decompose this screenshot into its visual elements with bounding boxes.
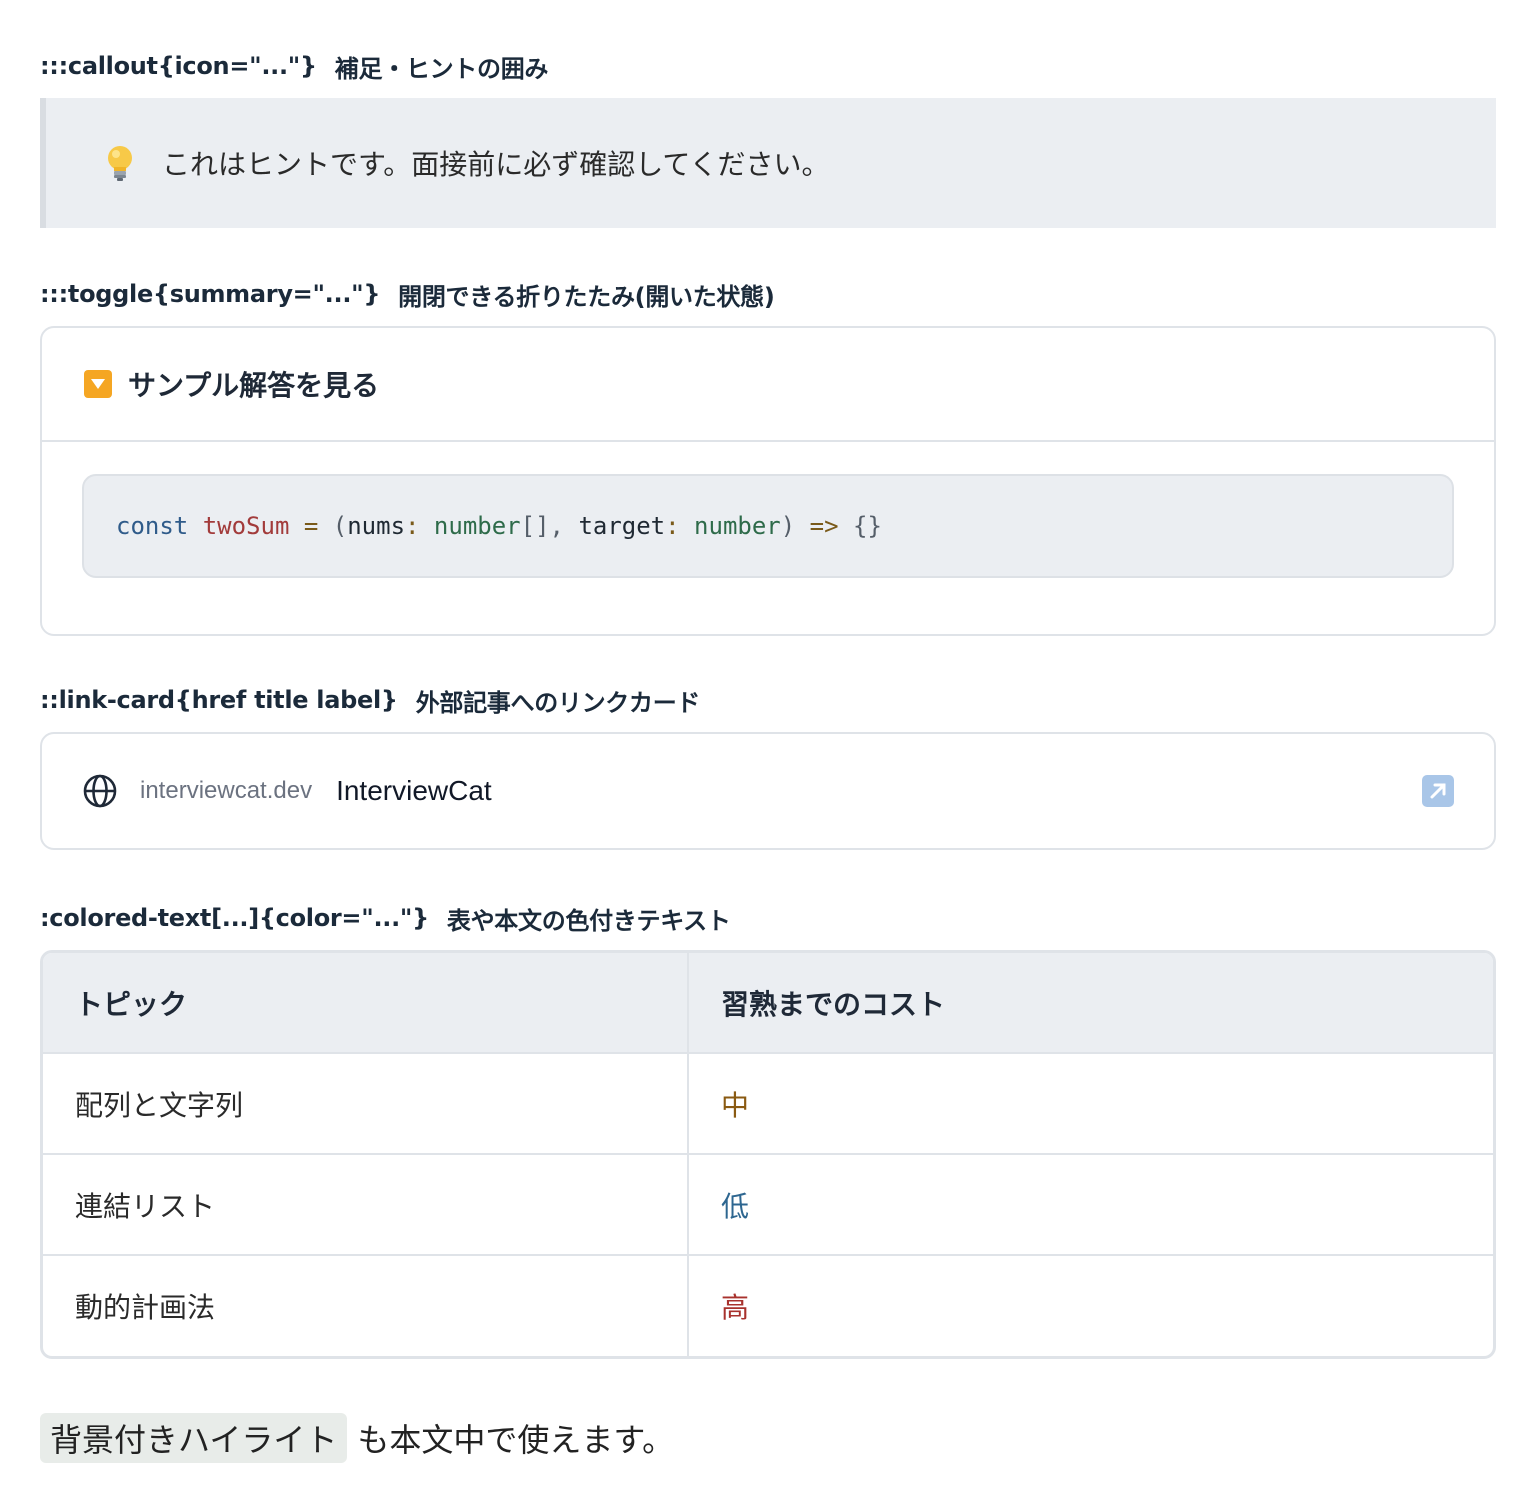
toggle-body: const twoSum = (nums: number [], target: … [42,442,1494,578]
table-header-row: トピック 習熟までのコスト [43,953,1493,1053]
toggle-syntax: :::toggle{summary="..."} [40,280,381,308]
cost-cell: 高 [687,1254,1493,1356]
callout-description: 補足・ヒントの囲み [334,54,549,83]
page-content: :::callout{icon="..."} 補足・ヒントの囲み これはヒントで… [40,0,1496,1463]
code-token: : [665,512,680,540]
table-row: 連結リスト 低 [43,1153,1493,1255]
toggle-summary[interactable]: サンプル解答を見る [42,328,1494,442]
topic-cell: 配列と文字列 [43,1052,688,1154]
link-card-description: 外部記事へのリンクカード [415,688,701,717]
colored-text-syntax: :colored-text[...]{color="..."} [40,904,429,932]
globe-icon [82,773,118,809]
code-token: ) [780,512,796,540]
toggle-heading: :::toggle{summary="..."} 開閉できる折りたたみ(開いた状… [40,276,1496,312]
toggle-description: 開閉できる折りたたみ(開いた状態) [398,282,775,311]
code-token: number [433,512,521,540]
code-token: {} [853,512,882,540]
code-token: target [578,512,666,540]
code-token: number [694,512,781,540]
link-card-heading: ::link-card{href title label} 外部記事へのリンクカ… [40,682,1496,718]
topic-cell: 動的計画法 [43,1254,688,1356]
toggle-box: サンプル解答を見る const twoSum = (nums: number[]… [40,326,1496,636]
background-highlight: 背景付きハイライト [40,1413,348,1463]
colored-text-heading: :colored-text[...]{color="..."} 表や本文の色付き… [40,900,1496,936]
code-token: twoSum [202,512,290,540]
cost-table: トピック 習熟までのコスト 配列と文字列 中 連結リスト 低 動的計画法 高 [40,950,1496,1359]
table-row: 配列と文字列 中 [43,1052,1493,1154]
callout-heading: :::callout{icon="..."} 補足・ヒントの囲み [40,48,1496,84]
code-token: => [809,512,839,540]
triangle-down-icon [84,370,112,398]
header-cost: 習熟までのコスト [687,953,1493,1053]
callout-text: これはヒントです。面接前に必ず確認してください。 [162,148,830,181]
link-card[interactable]: interviewcat.dev InterviewCat [40,732,1496,850]
callout-box: これはヒントです。面接前に必ず確認してください。 [40,98,1496,228]
code-token: nums [347,512,406,540]
topic-cell: 連結リスト [43,1153,688,1255]
code-token: const [116,512,189,540]
code-token: ( [332,512,348,540]
lightbulb-icon [100,143,140,183]
cost-cell: 低 [687,1153,1493,1255]
code-token: = [303,512,319,540]
code-token: [], [520,512,564,540]
callout-syntax: :::callout{icon="..."} [40,52,317,80]
closing-paragraph: 背景付きハイライト も本文中で使えます。 [40,1413,1496,1463]
header-topic: トピック [43,953,688,1053]
colored-text-description: 表や本文の色付きテキスト [446,906,731,935]
code-token: : [405,512,420,540]
link-card-domain: interviewcat.dev [140,777,313,804]
cost-cell: 中 [687,1052,1493,1154]
table-row: 動的計画法 高 [43,1254,1493,1356]
code-block: const twoSum = (nums: number [], target: … [82,474,1454,578]
closing-text: も本文中で使えます。 [357,1421,675,1459]
link-card-syntax: ::link-card{href title label} [40,686,398,714]
link-card-title: InterviewCat [336,775,492,806]
external-link-icon[interactable] [1422,775,1454,807]
toggle-summary-label: サンプル解答を見る [128,369,380,402]
